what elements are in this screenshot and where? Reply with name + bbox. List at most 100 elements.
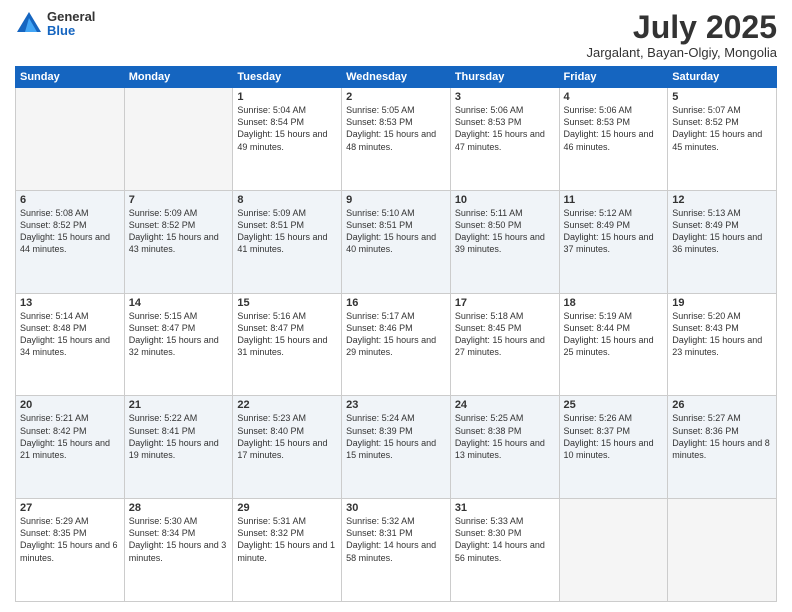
list-item: 4Sunrise: 5:06 AMSunset: 8:53 PMDaylight…: [559, 88, 668, 191]
list-item: 1Sunrise: 5:04 AMSunset: 8:54 PMDaylight…: [233, 88, 342, 191]
day-info: Sunrise: 5:18 AMSunset: 8:45 PMDaylight:…: [455, 310, 555, 359]
list-item: 19Sunrise: 5:20 AMSunset: 8:43 PMDayligh…: [668, 293, 777, 396]
day-info: Sunrise: 5:33 AMSunset: 8:30 PMDaylight:…: [455, 515, 555, 564]
title-block: July 2025 Jargalant, Bayan-Olgiy, Mongol…: [586, 10, 777, 60]
list-item: [16, 88, 125, 191]
logo-general-label: General: [47, 10, 95, 24]
list-item: [124, 88, 233, 191]
day-info: Sunrise: 5:32 AMSunset: 8:31 PMDaylight:…: [346, 515, 446, 564]
day-info: Sunrise: 5:21 AMSunset: 8:42 PMDaylight:…: [20, 412, 120, 461]
day-info: Sunrise: 5:05 AMSunset: 8:53 PMDaylight:…: [346, 104, 446, 153]
logo: General Blue: [15, 10, 95, 39]
list-item: 5Sunrise: 5:07 AMSunset: 8:52 PMDaylight…: [668, 88, 777, 191]
day-number: 12: [672, 194, 772, 206]
day-info: Sunrise: 5:26 AMSunset: 8:37 PMDaylight:…: [564, 412, 664, 461]
list-item: 28Sunrise: 5:30 AMSunset: 8:34 PMDayligh…: [124, 499, 233, 602]
day-info: Sunrise: 5:07 AMSunset: 8:52 PMDaylight:…: [672, 104, 772, 153]
logo-blue-label: Blue: [47, 24, 95, 38]
day-number: 4: [564, 91, 664, 103]
day-number: 24: [455, 399, 555, 411]
day-number: 30: [346, 502, 446, 514]
list-item: 6Sunrise: 5:08 AMSunset: 8:52 PMDaylight…: [16, 190, 125, 293]
day-number: 19: [672, 297, 772, 309]
list-item: 16Sunrise: 5:17 AMSunset: 8:46 PMDayligh…: [342, 293, 451, 396]
day-number: 1: [237, 91, 337, 103]
list-item: 31Sunrise: 5:33 AMSunset: 8:30 PMDayligh…: [450, 499, 559, 602]
list-item: [559, 499, 668, 602]
day-info: Sunrise: 5:09 AMSunset: 8:51 PMDaylight:…: [237, 207, 337, 256]
list-item: 25Sunrise: 5:26 AMSunset: 8:37 PMDayligh…: [559, 396, 668, 499]
list-item: 20Sunrise: 5:21 AMSunset: 8:42 PMDayligh…: [16, 396, 125, 499]
day-info: Sunrise: 5:04 AMSunset: 8:54 PMDaylight:…: [237, 104, 337, 153]
day-info: Sunrise: 5:14 AMSunset: 8:48 PMDaylight:…: [20, 310, 120, 359]
list-item: 2Sunrise: 5:05 AMSunset: 8:53 PMDaylight…: [342, 88, 451, 191]
month-title: July 2025: [586, 10, 777, 45]
day-number: 25: [564, 399, 664, 411]
day-info: Sunrise: 5:16 AMSunset: 8:47 PMDaylight:…: [237, 310, 337, 359]
list-item: 17Sunrise: 5:18 AMSunset: 8:45 PMDayligh…: [450, 293, 559, 396]
day-info: Sunrise: 5:29 AMSunset: 8:35 PMDaylight:…: [20, 515, 120, 564]
day-number: 15: [237, 297, 337, 309]
day-number: 7: [129, 194, 229, 206]
list-item: 22Sunrise: 5:23 AMSunset: 8:40 PMDayligh…: [233, 396, 342, 499]
col-sunday: Sunday: [16, 67, 125, 88]
day-number: 20: [20, 399, 120, 411]
day-number: 8: [237, 194, 337, 206]
day-info: Sunrise: 5:13 AMSunset: 8:49 PMDaylight:…: [672, 207, 772, 256]
col-tuesday: Tuesday: [233, 67, 342, 88]
day-number: 6: [20, 194, 120, 206]
col-monday: Monday: [124, 67, 233, 88]
day-info: Sunrise: 5:11 AMSunset: 8:50 PMDaylight:…: [455, 207, 555, 256]
list-item: 27Sunrise: 5:29 AMSunset: 8:35 PMDayligh…: [16, 499, 125, 602]
day-number: 29: [237, 502, 337, 514]
day-info: Sunrise: 5:08 AMSunset: 8:52 PMDaylight:…: [20, 207, 120, 256]
col-friday: Friday: [559, 67, 668, 88]
location-subtitle: Jargalant, Bayan-Olgiy, Mongolia: [586, 45, 777, 60]
day-info: Sunrise: 5:27 AMSunset: 8:36 PMDaylight:…: [672, 412, 772, 461]
day-number: 14: [129, 297, 229, 309]
day-number: 31: [455, 502, 555, 514]
calendar-table: Sunday Monday Tuesday Wednesday Thursday…: [15, 66, 777, 602]
list-item: 30Sunrise: 5:32 AMSunset: 8:31 PMDayligh…: [342, 499, 451, 602]
list-item: 13Sunrise: 5:14 AMSunset: 8:48 PMDayligh…: [16, 293, 125, 396]
day-number: 18: [564, 297, 664, 309]
list-item: 12Sunrise: 5:13 AMSunset: 8:49 PMDayligh…: [668, 190, 777, 293]
day-number: 28: [129, 502, 229, 514]
calendar-header-row: Sunday Monday Tuesday Wednesday Thursday…: [16, 67, 777, 88]
list-item: 24Sunrise: 5:25 AMSunset: 8:38 PMDayligh…: [450, 396, 559, 499]
day-info: Sunrise: 5:19 AMSunset: 8:44 PMDaylight:…: [564, 310, 664, 359]
day-info: Sunrise: 5:30 AMSunset: 8:34 PMDaylight:…: [129, 515, 229, 564]
day-info: Sunrise: 5:25 AMSunset: 8:38 PMDaylight:…: [455, 412, 555, 461]
day-number: 23: [346, 399, 446, 411]
day-info: Sunrise: 5:24 AMSunset: 8:39 PMDaylight:…: [346, 412, 446, 461]
page: General Blue July 2025 Jargalant, Bayan-…: [0, 0, 792, 612]
day-info: Sunrise: 5:20 AMSunset: 8:43 PMDaylight:…: [672, 310, 772, 359]
day-number: 27: [20, 502, 120, 514]
day-info: Sunrise: 5:10 AMSunset: 8:51 PMDaylight:…: [346, 207, 446, 256]
day-info: Sunrise: 5:06 AMSunset: 8:53 PMDaylight:…: [455, 104, 555, 153]
day-info: Sunrise: 5:06 AMSunset: 8:53 PMDaylight:…: [564, 104, 664, 153]
day-number: 17: [455, 297, 555, 309]
day-info: Sunrise: 5:23 AMSunset: 8:40 PMDaylight:…: [237, 412, 337, 461]
day-info: Sunrise: 5:15 AMSunset: 8:47 PMDaylight:…: [129, 310, 229, 359]
table-row: 1Sunrise: 5:04 AMSunset: 8:54 PMDaylight…: [16, 88, 777, 191]
col-saturday: Saturday: [668, 67, 777, 88]
list-item: 14Sunrise: 5:15 AMSunset: 8:47 PMDayligh…: [124, 293, 233, 396]
day-number: 3: [455, 91, 555, 103]
day-info: Sunrise: 5:09 AMSunset: 8:52 PMDaylight:…: [129, 207, 229, 256]
day-number: 21: [129, 399, 229, 411]
list-item: 10Sunrise: 5:11 AMSunset: 8:50 PMDayligh…: [450, 190, 559, 293]
list-item: 26Sunrise: 5:27 AMSunset: 8:36 PMDayligh…: [668, 396, 777, 499]
list-item: 7Sunrise: 5:09 AMSunset: 8:52 PMDaylight…: [124, 190, 233, 293]
table-row: 6Sunrise: 5:08 AMSunset: 8:52 PMDaylight…: [16, 190, 777, 293]
day-info: Sunrise: 5:22 AMSunset: 8:41 PMDaylight:…: [129, 412, 229, 461]
list-item: 3Sunrise: 5:06 AMSunset: 8:53 PMDaylight…: [450, 88, 559, 191]
list-item: 8Sunrise: 5:09 AMSunset: 8:51 PMDaylight…: [233, 190, 342, 293]
table-row: 20Sunrise: 5:21 AMSunset: 8:42 PMDayligh…: [16, 396, 777, 499]
list-item: 21Sunrise: 5:22 AMSunset: 8:41 PMDayligh…: [124, 396, 233, 499]
list-item: 18Sunrise: 5:19 AMSunset: 8:44 PMDayligh…: [559, 293, 668, 396]
day-number: 2: [346, 91, 446, 103]
list-item: 23Sunrise: 5:24 AMSunset: 8:39 PMDayligh…: [342, 396, 451, 499]
day-number: 9: [346, 194, 446, 206]
day-number: 22: [237, 399, 337, 411]
